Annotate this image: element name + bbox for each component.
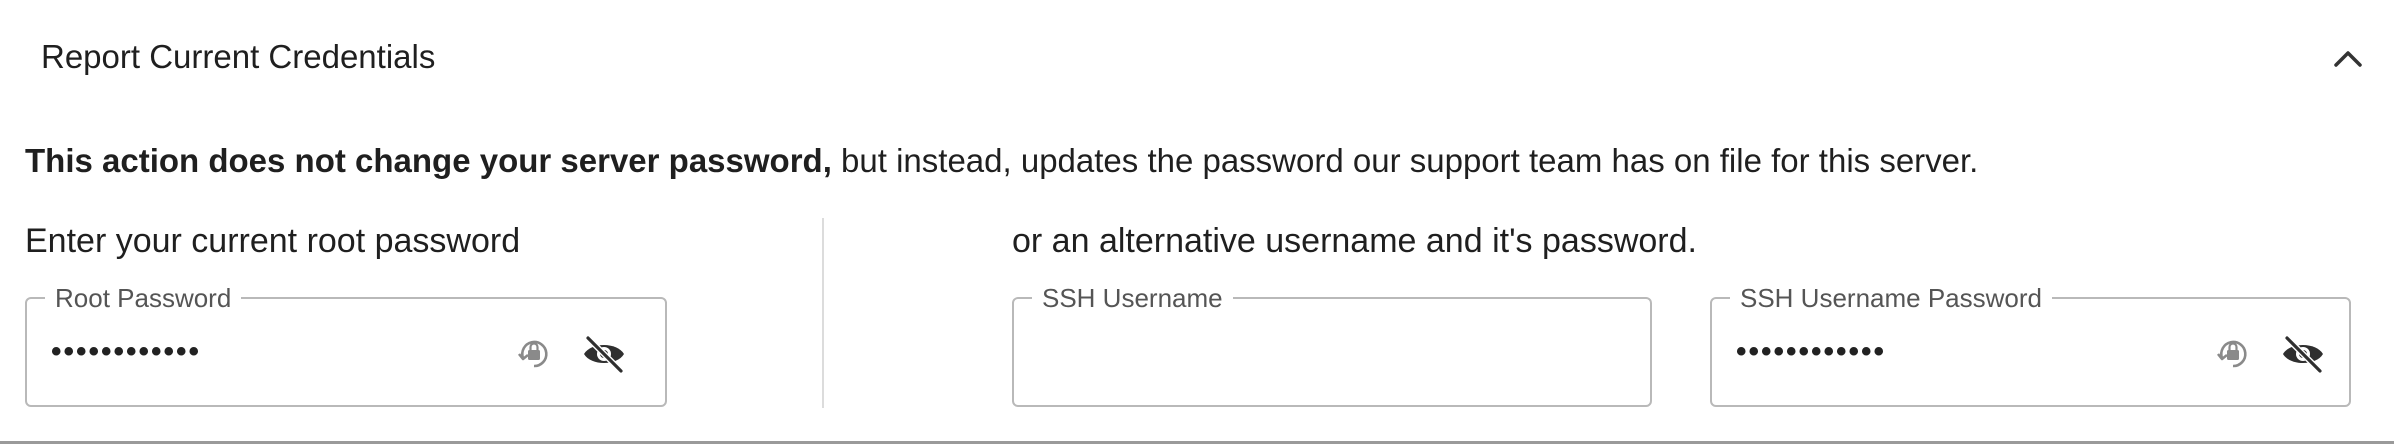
ssh-password-legend: SSH Username Password: [1730, 283, 2052, 313]
ssh-username-input[interactable]: [1034, 327, 1634, 379]
lock-refresh-icon: [2216, 340, 2247, 368]
notice-rest: but instead, updates the password our su…: [831, 142, 1979, 179]
root-password-legend: Root Password: [45, 283, 242, 313]
root-password-field[interactable]: Root Password ••••••••••••: [25, 283, 667, 407]
eye-off-icon: [2283, 335, 2323, 374]
eye-off-icon: [584, 335, 624, 374]
alternative-credentials-label: or an alternative username and it's pass…: [1012, 222, 1697, 260]
lock-refresh-icon: [517, 340, 548, 368]
generate-ssh-password-button[interactable]: [2208, 329, 2258, 379]
toggle-visibility-button[interactable]: [579, 329, 629, 379]
panel-title: Report Current Credentials: [41, 38, 436, 75]
root-password-value[interactable]: ••••••••••••: [51, 335, 201, 369]
ssh-password-value[interactable]: ••••••••••••: [1736, 335, 1886, 369]
root-password-label: Enter your current root password: [25, 222, 521, 260]
notice-bold: This action does not change your server …: [25, 142, 832, 179]
report-credentials-panel: Report Current Credentials This action d…: [0, 0, 2394, 444]
chevron-up-icon: [2334, 51, 2362, 67]
ssh-username-legend: SSH Username: [1032, 283, 1233, 313]
generate-password-button[interactable]: [509, 329, 559, 379]
notice-text: This action does not change your server …: [25, 140, 1978, 182]
collapse-button[interactable]: [2326, 38, 2370, 78]
panel-header[interactable]: Report Current Credentials: [0, 0, 2394, 112]
toggle-ssh-visibility-button[interactable]: [2278, 329, 2328, 379]
ssh-username-field[interactable]: SSH Username: [1012, 283, 1652, 407]
ssh-password-field[interactable]: SSH Username Password ••••••••••••: [1710, 283, 2351, 407]
column-divider: [822, 218, 824, 408]
